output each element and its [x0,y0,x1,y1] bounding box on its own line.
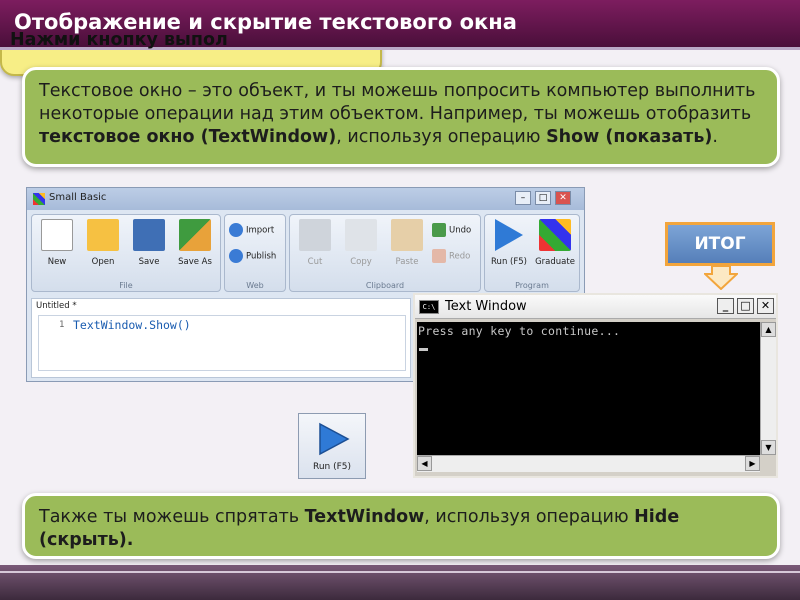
run-button[interactable]: Run (F5) [298,413,366,479]
small-basic-titlebar: Small Basic – □ ✕ [27,188,584,210]
import-button[interactable]: Import [229,223,274,237]
console-minimize-button[interactable]: _ [717,298,734,314]
code-area[interactable]: 1 TextWindow.Show() [38,315,406,371]
console-icon: C:\ [419,300,439,314]
horizontal-scrollbar[interactable]: ◀ ▶ [417,455,760,472]
open-button[interactable]: Open [82,219,124,267]
scroll-down-icon[interactable]: ▼ [761,440,776,455]
result-callout-label: ИТОГ [694,234,746,254]
minimize-button[interactable]: – [515,191,531,205]
console-cursor [419,348,428,351]
box3-text2: , используя операцию [424,507,635,527]
text-window-title: Text Window [445,299,527,314]
undo-button[interactable]: Undo [432,223,471,237]
copy-icon [345,219,377,251]
redo-button[interactable]: Redo [432,249,470,263]
folder-icon [87,219,119,251]
run-instruction-text: Нажми кнопку выпол [10,30,228,50]
box1-text3: . [712,127,718,147]
box3-bold1: TextWindow [304,507,425,527]
ribbon: New Open Save Save As File Import Publis… [31,214,580,292]
down-arrow-icon [704,266,738,290]
save-as-icon [179,219,211,251]
new-button[interactable]: New [36,219,78,267]
scroll-right-icon[interactable]: ▶ [745,456,760,471]
scroll-left-icon[interactable]: ◀ [417,456,432,471]
small-basic-title: Small Basic [49,192,107,203]
code-editor[interactable]: Untitled * 1 TextWindow.Show() [31,298,411,378]
redo-icon [432,249,446,263]
floppy-disk-icon [133,219,165,251]
web-group-label: Web [246,281,264,290]
console-output-area[interactable]: Press any key to continue... [417,322,760,455]
scroll-up-icon[interactable]: ▲ [761,322,776,337]
box1-text1: Текстовое окно – это объект, и ты можешь… [39,81,756,124]
result-callout: ИТОГ [665,222,775,266]
small-basic-logo-icon [33,193,45,205]
info-box-hide: Также ты можешь спрятать TextWindow, исп… [22,493,780,559]
console-output-text: Press any key to continue... [418,324,621,338]
clipboard-group-label: Clipboard [365,281,405,290]
undo-icon [432,223,446,237]
line-number: 1 [59,320,65,330]
globe-publish-icon [229,249,243,263]
close-button[interactable]: ✕ [555,191,571,205]
globe-icon [229,223,243,237]
play-icon [319,422,350,456]
vertical-scrollbar[interactable]: ▲ ▼ [760,322,776,455]
code-line[interactable]: TextWindow.Show() [73,318,191,332]
ribbon-run-button[interactable]: Run (F5) [488,219,530,267]
console-close-button[interactable]: ✕ [757,298,774,314]
graduate-button[interactable]: Graduate [534,219,576,267]
text-window: C:\ Text Window _ □ ✕ Press any key to c… [413,293,778,478]
new-document-icon [41,219,73,251]
maximize-button[interactable]: □ [535,191,551,205]
bottom-decoration [0,565,800,600]
paste-button[interactable]: Paste [386,219,428,267]
run-button-label: Run (F5) [312,462,352,472]
graduate-icon [539,219,571,251]
box1-text2: , используя операцию [336,127,547,147]
clipboard-icon [391,219,423,251]
publish-button[interactable]: Publish [229,249,276,263]
ribbon-group-web: Import Publish Web [224,214,286,292]
play-icon [495,219,523,251]
text-window-titlebar: C:\ Text Window _ □ ✕ [415,295,776,319]
ribbon-group-clipboard: Cut Copy Paste Undo Redo Clipboard [289,214,481,292]
program-group-label: Program [515,281,549,290]
info-box-show: Текстовое окно – это объект, и ты можешь… [22,67,780,167]
file-group-label: File [119,281,133,290]
console-maximize-button[interactable]: □ [737,298,754,314]
ribbon-group-file: New Open Save Save As File [31,214,221,292]
box1-bold1: текстовое окно (TextWindow) [39,127,337,147]
box1-bold2: Show (показать) [546,127,713,147]
document-tab[interactable]: Untitled * [36,301,77,311]
copy-button[interactable]: Copy [340,219,382,267]
save-as-button[interactable]: Save As [174,219,216,267]
box3-text1: Также ты можешь спрятать [39,507,305,527]
scissors-icon [299,219,331,251]
save-button[interactable]: Save [128,219,170,267]
cut-button[interactable]: Cut [294,219,336,267]
ribbon-group-program: Run (F5) Graduate Program [484,214,580,292]
